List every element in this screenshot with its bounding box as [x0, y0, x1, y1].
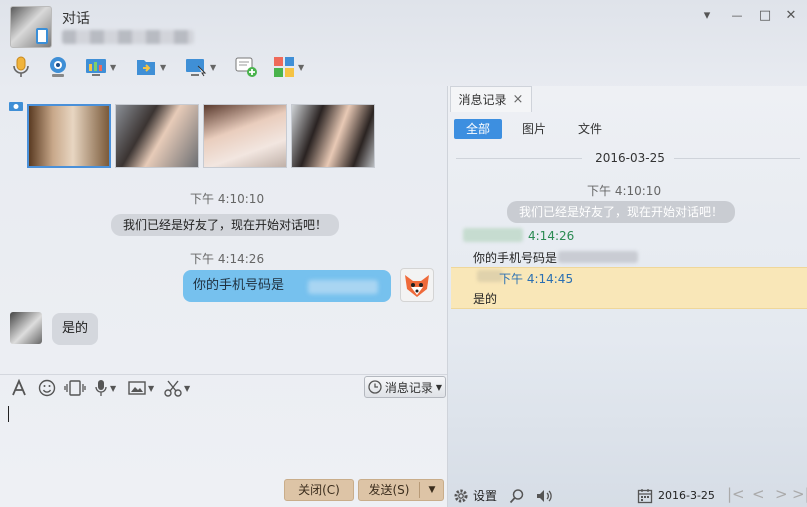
chevron-down-icon[interactable]: ▼ [110, 63, 116, 72]
fox-avatar-icon [405, 275, 429, 297]
filter-images[interactable]: 图片 [522, 119, 546, 139]
calendar-icon[interactable] [637, 488, 653, 504]
mobile-online-icon [36, 28, 48, 44]
create-group-icon [235, 57, 257, 77]
menu-button[interactable]: ▾ [696, 6, 718, 26]
photo-thumbnail[interactable] [203, 104, 287, 168]
chevron-down-icon[interactable]: ▼ [110, 384, 116, 393]
chevron-down-icon[interactable]: ▼ [148, 384, 154, 393]
image-button[interactable]: ▼ [128, 378, 154, 398]
message-input[interactable] [0, 400, 447, 476]
create-group-button[interactable] [234, 54, 258, 80]
send-label: 发送(S) [368, 483, 410, 497]
filter-files[interactable]: 文件 [578, 119, 602, 139]
redacted-text [308, 280, 378, 294]
webcam-icon [50, 57, 66, 77]
minimize-button[interactable]: — [726, 6, 748, 26]
redacted-text [558, 251, 638, 263]
first-page-icon[interactable]: |< [727, 485, 745, 503]
chevron-down-icon[interactable]: ▼ [298, 63, 304, 72]
font-icon [12, 379, 26, 396]
previous-page-icon[interactable]: < [752, 485, 765, 503]
system-message: 我们已经是好友了，现在开始对话吧！ [111, 214, 340, 236]
message-timestamp: 下午 4:10:10 [190, 192, 265, 206]
message-history-button[interactable]: 消息记录 ▼ [364, 376, 446, 398]
sender-avatar[interactable] [400, 268, 434, 302]
message-history-label: 消息记录 [384, 380, 433, 395]
screen-share-button[interactable]: ▼ [84, 54, 116, 80]
history-timestamp: 下午 4:10:10 [587, 184, 662, 198]
emoji-button[interactable] [38, 378, 56, 398]
photo-thumbnail[interactable] [27, 104, 111, 168]
settings-button[interactable]: 设置 [453, 487, 497, 504]
filter-all[interactable]: 全部 [454, 119, 502, 139]
chevron-down-icon[interactable]: ▼ [160, 63, 166, 72]
contact-name: 对话 [62, 11, 90, 27]
image-icon [128, 381, 146, 395]
history-message-text: 你的手机号码是 [473, 251, 558, 265]
chevron-down-icon[interactable]: ▼ [210, 63, 216, 72]
microphone-icon [13, 56, 29, 77]
video-call-button[interactable] [46, 54, 70, 80]
contact-avatar-small[interactable] [10, 312, 42, 344]
clock-icon [368, 380, 382, 394]
history-bottom-bar: 设置 2016-3-25 |< < > >| [447, 484, 807, 507]
history-message-text: 是的 [473, 292, 498, 306]
shake-button[interactable] [64, 378, 86, 398]
photo-thumbnail[interactable] [291, 104, 375, 168]
message-timestamp: 下午 4:14:26 [190, 252, 265, 266]
contact-avatar[interactable] [10, 6, 52, 48]
chat-window: 对话 ▾ — □ ✕ ▼ ▼ ▼ ▼ 下午 4:10:10 我们已经是好友了，现… [0, 0, 807, 507]
divider [456, 158, 582, 159]
camera-icon[interactable] [8, 100, 24, 112]
history-timestamp: 4:14:26 [528, 229, 575, 243]
history-system-message: 我们已经是好友了，现在开始对话吧！ [507, 201, 736, 223]
send-button[interactable]: 发送(S) ▼ [358, 479, 444, 501]
text-cursor [8, 406, 9, 422]
file-transfer-button[interactable]: ▼ [134, 54, 166, 80]
remote-desktop-icon [186, 59, 207, 77]
apps-grid-icon [274, 57, 294, 77]
file-transfer-icon [137, 60, 155, 75]
maximize-button[interactable]: □ [754, 6, 776, 26]
divider [674, 158, 800, 159]
scissors-icon [164, 380, 182, 397]
photo-thumbnail[interactable] [115, 104, 199, 168]
divider [419, 482, 420, 498]
gear-icon [454, 489, 468, 502]
history-date-display: 2016-3-25 [658, 489, 715, 502]
history-message-highlighted[interactable]: 下午 4:14:45 是的 [451, 267, 807, 309]
chevron-down-icon[interactable]: ▼ [184, 384, 190, 393]
apps-button[interactable]: ▼ [272, 54, 304, 80]
history-timestamp: 下午 4:14:45 [499, 272, 574, 286]
emoji-icon [38, 379, 56, 397]
tab-message-history[interactable]: 消息记录 × [450, 86, 532, 112]
last-page-icon[interactable]: >| [792, 485, 807, 503]
voice-message-button[interactable]: ▼ [94, 378, 116, 398]
speaker-icon[interactable] [535, 488, 553, 504]
search-icon[interactable] [509, 488, 525, 504]
tab-label: 消息记录 [458, 93, 507, 107]
settings-label: 设置 [473, 489, 498, 503]
message-text: 你的手机号码是 [193, 278, 285, 293]
redacted-status [62, 30, 194, 44]
voice-call-button[interactable] [10, 54, 32, 80]
incoming-message-bubble[interactable]: 是的 [52, 313, 99, 345]
remote-desktop-button[interactable]: ▼ [184, 54, 216, 80]
outgoing-message-bubble[interactable]: 你的手机号码是 [183, 270, 391, 302]
history-date-header: 2016-03-25 [595, 151, 665, 165]
next-page-icon[interactable]: > [775, 485, 788, 503]
close-tab-icon[interactable]: × [513, 92, 524, 107]
font-button[interactable] [10, 378, 28, 398]
screen-share-icon [86, 59, 106, 76]
redacted-name [463, 228, 523, 242]
screenshot-button[interactable]: ▼ [164, 378, 190, 398]
microphone-icon [95, 380, 107, 396]
shake-window-icon [64, 380, 86, 396]
send-options-chevron-icon[interactable]: ▼ [421, 480, 443, 500]
chevron-down-icon: ▼ [435, 382, 443, 392]
close-button[interactable]: 关闭(C) [284, 479, 354, 501]
close-window-button[interactable]: ✕ [780, 6, 802, 26]
